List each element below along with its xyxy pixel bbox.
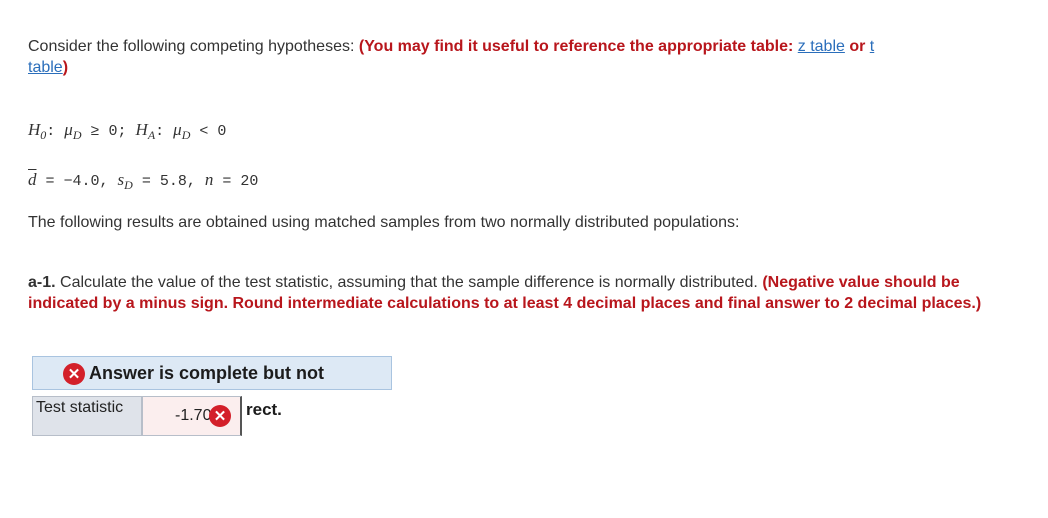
test-statistic-value: -1.70 xyxy=(175,407,212,424)
question-a1: a-1. Calculate the value of the test sta… xyxy=(28,272,988,314)
banner-tail-text: rect. xyxy=(246,400,282,419)
results-text: The following results are obtained using… xyxy=(28,214,740,231)
h0-symbol: H xyxy=(28,120,41,139)
x-circle-icon: ✕ xyxy=(209,405,231,427)
mu-symbol: μ xyxy=(64,120,73,139)
ha-colon: : xyxy=(155,123,174,140)
question-id: a-1. xyxy=(28,274,56,291)
ha-condition: < 0 xyxy=(190,123,227,140)
hypotheses-line: H0: μD ≥ 0; HA: μD < 0 xyxy=(28,120,226,143)
s-sub: D xyxy=(124,178,133,192)
x-circle-icon: ✕ xyxy=(63,363,85,385)
intro-or: or xyxy=(844,38,870,55)
ha-symbol: H xyxy=(135,120,148,139)
test-statistic-label: Test statistic xyxy=(32,396,142,436)
intro-text: Consider the following competing hypothe… xyxy=(28,36,988,78)
test-statistic-input[interactable]: -1.70 ✕ xyxy=(142,396,242,436)
mu-sub: D xyxy=(72,128,82,142)
z-table-link[interactable]: z table xyxy=(798,38,845,55)
banner-text: Answer is complete but not xyxy=(89,362,325,383)
mu-symbol-2: μ xyxy=(173,120,182,139)
intro-note-close: ) xyxy=(62,59,69,76)
n-value: = 20 xyxy=(213,173,259,190)
intro-note-open: (You may find it useful to reference the… xyxy=(358,38,798,55)
intro-lead: Consider the following competing hypothe… xyxy=(28,38,359,55)
t-table-link[interactable]: t xyxy=(870,38,874,55)
stats-line: d = −4.0, sD = 5.8, n = 20 xyxy=(28,170,258,193)
answer-status-banner: ✕ Answer is complete but not xyxy=(32,356,392,390)
h0-condition: ≥ 0; xyxy=(81,123,136,140)
t-table-link-cont[interactable]: table xyxy=(28,59,63,76)
s-value: = 5.8, xyxy=(132,173,205,190)
d-value: = −4.0, xyxy=(36,173,118,190)
question-text: Calculate the value of the test statisti… xyxy=(55,274,763,291)
dbar-symbol: d xyxy=(28,170,37,189)
h0-colon: : xyxy=(46,123,65,140)
